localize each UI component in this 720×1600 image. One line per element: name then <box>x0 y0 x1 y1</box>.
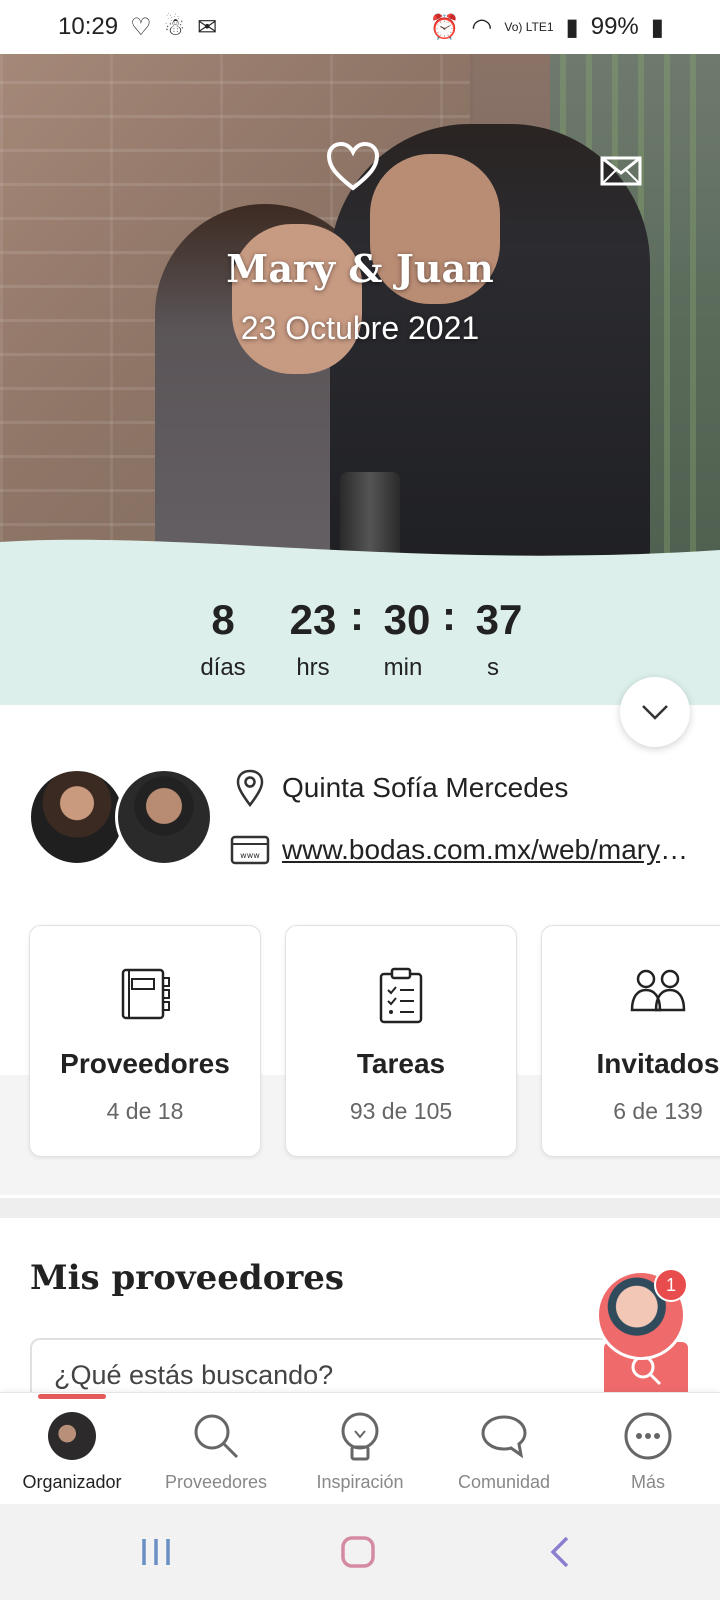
status-bar: 10:29 ♡ ☃ ✉ ⏰ ◠ Vo) LTE1 ▮ 99% ▮ <box>0 0 720 54</box>
nav-mas[interactable]: Más <box>576 1408 720 1493</box>
battery-icon: ▮ <box>650 13 664 41</box>
card-icon-wrapper <box>286 966 516 1024</box>
signal-icon: ▮ <box>565 13 579 41</box>
countdown-separator: : <box>350 592 364 639</box>
web-icon: www <box>230 830 270 870</box>
nav-label: Comunidad <box>457 1472 551 1492</box>
expand-button[interactable] <box>620 677 690 747</box>
card-icon-wrapper <box>542 966 720 1012</box>
battery-text: 99% <box>590 13 639 40</box>
notification-badge: 1 <box>654 1268 688 1302</box>
website-link[interactable]: www.bodas.com.mx/web/mary-y-juan <box>282 834 694 866</box>
nav-comunidad[interactable]: Comunidad <box>432 1408 576 1493</box>
nav-organizador[interactable]: Organizador <box>0 1408 144 1493</box>
back-button[interactable] <box>530 1530 590 1574</box>
venue-row[interactable]: Quinta Sofía Mercedes <box>230 768 568 808</box>
card-proveedores[interactable]: Proveedores 4 de 18 <box>29 925 261 1157</box>
website-row[interactable]: www www.bodas.com.mx/web/mary-y-juan <box>230 830 694 870</box>
alarm-icon: ⏰ <box>429 13 460 41</box>
section-divider <box>0 1198 720 1218</box>
checklist-icon <box>379 967 423 1024</box>
nav-label: Más <box>630 1472 665 1492</box>
nav-label: Proveedores <box>164 1472 268 1492</box>
home-button[interactable] <box>328 1530 388 1574</box>
countdown-minutes-label: min <box>383 654 423 681</box>
nav-label: Organizador <box>22 1472 122 1492</box>
status-left: 10:29 ♡ ☃ ✉ <box>58 13 217 42</box>
chat-bubble-icon <box>481 1415 527 1459</box>
wifi-icon: ◠ <box>471 13 493 41</box>
card-count: 4 de 18 <box>106 1098 184 1124</box>
mail-icon[interactable] <box>600 156 642 186</box>
guests-icon <box>630 969 686 1012</box>
network-label: Vo) LTE1 <box>504 20 554 34</box>
countdown-days-label: días <box>200 654 246 681</box>
more-icon <box>624 1412 672 1460</box>
status-time: 10:29 <box>58 13 119 40</box>
card-title: Tareas <box>356 1048 446 1079</box>
countdown-separator: : <box>442 592 456 639</box>
nav-inspiracion[interactable]: Inspiración <box>288 1408 432 1493</box>
countdown-seconds-label: s <box>487 654 499 681</box>
lightbulb-icon <box>341 1412 379 1461</box>
card-count: 93 de 105 <box>349 1098 453 1124</box>
countdown-days: 8 <box>211 596 235 643</box>
nav-active-indicator <box>38 1394 106 1399</box>
notification-icon: ☃ <box>163 13 186 41</box>
heart-icon[interactable] <box>325 140 381 192</box>
back-icon <box>550 1536 569 1568</box>
avatar-bride[interactable] <box>28 768 126 866</box>
section-title: Mis proveedores <box>30 1258 345 1298</box>
home-icon <box>341 1536 375 1568</box>
heart-status-icon: ♡ <box>130 13 152 41</box>
card-tareas[interactable]: Tareas 93 de 105 <box>285 925 517 1157</box>
svg-text:www: www <box>240 851 260 860</box>
couple-name: Mary & Juan <box>226 246 494 291</box>
chevron-down-icon <box>642 705 668 720</box>
recent-apps-button[interactable] <box>126 1530 186 1574</box>
avatar-groom[interactable] <box>115 768 213 866</box>
notebook-icon <box>121 968 170 1020</box>
card-count: 6 de 139 <box>613 1098 703 1124</box>
recent-apps-icon <box>142 1539 170 1565</box>
nav-label: Inspiración <box>316 1472 404 1492</box>
card-title: Proveedores <box>60 1048 230 1079</box>
card-icon-wrapper <box>30 966 260 1022</box>
venue-name: Quinta Sofía Mercedes <box>282 772 569 803</box>
location-pin-icon <box>230 768 270 808</box>
status-right: ⏰ ◠ Vo) LTE1 ▮ 99% ▮ <box>430 13 664 42</box>
nav-proveedores[interactable]: Proveedores <box>144 1408 288 1493</box>
countdown-seconds: 37 <box>475 596 523 643</box>
card-invitados[interactable]: Invitados 6 de 139 <box>541 925 720 1157</box>
countdown-hours: 23 <box>289 596 337 643</box>
countdown-minutes: 30 <box>383 596 431 643</box>
wedding-date: 23 Octubre 2021 <box>240 310 480 346</box>
avatar <box>48 1412 96 1460</box>
card-title: Invitados <box>596 1048 720 1079</box>
mail-status-icon: ✉ <box>197 13 218 41</box>
countdown-hours-label: hrs <box>296 654 330 681</box>
search-icon <box>194 1414 239 1459</box>
